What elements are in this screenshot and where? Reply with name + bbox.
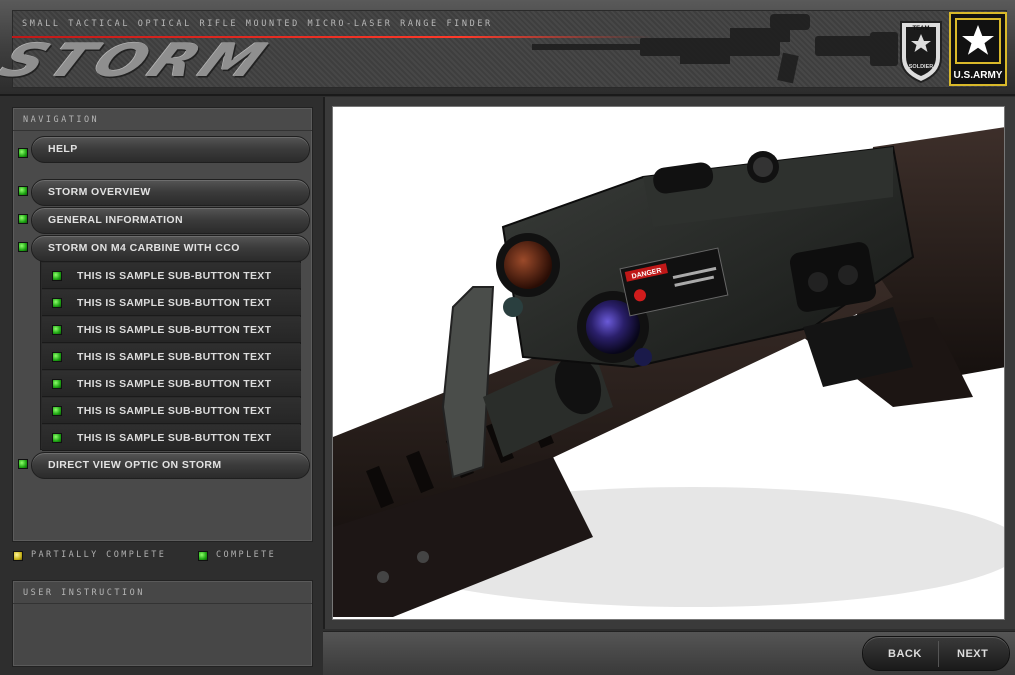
sub-button[interactable]: This is sample sub-button text [42, 344, 301, 370]
storm-logo: STORM [0, 34, 282, 88]
sub-button-label: This is sample sub-button text [77, 378, 272, 390]
sub-button[interactable]: This is sample sub-button text [42, 317, 301, 343]
app-subtitle: Small Tactical Optical Rifle Mounted Mic… [22, 19, 493, 29]
army-badge-text: U.S.ARMY [953, 70, 1003, 81]
nav-item-direct-view-optic[interactable]: Direct View Optic on Storm [31, 452, 310, 479]
status-led-complete-icon [52, 325, 62, 335]
status-led-complete-icon [18, 242, 28, 252]
pager-controls: BACK NEXT [862, 636, 1010, 671]
nav-item-storm-overview[interactable]: Storm Overview [31, 179, 310, 206]
navigation-panel: Navigation Help Storm Overview General I… [12, 107, 313, 542]
nav-item-storm-on-m4-carbine[interactable]: Storm on M4 Carbine with CCO [31, 235, 310, 262]
sub-button-label: This is sample sub-button text [77, 324, 272, 336]
storm-device-photo: DANGER [332, 106, 1005, 620]
status-led-complete-icon [52, 433, 62, 443]
status-led-complete-icon [52, 271, 62, 281]
sub-button[interactable]: This is sample sub-button text [42, 290, 301, 316]
us-army-logo: U.S.ARMY [949, 12, 1007, 86]
nav-item-label: Direct View Optic on Storm [48, 459, 222, 471]
nav-item-label: Storm on M4 Carbine with CCO [48, 242, 240, 254]
legend-partial-label: Partially Complete [31, 550, 167, 560]
sub-button-label: This is sample sub-button text [77, 351, 272, 363]
user-instruction-panel: User Instruction [12, 580, 313, 667]
sub-button-list: This is sample sub-button text This is s… [40, 261, 301, 451]
nav-item-general-information[interactable]: General Information [31, 207, 310, 234]
status-led-complete-icon [18, 459, 28, 469]
sub-button-label: This is sample sub-button text [77, 297, 272, 309]
sub-button[interactable]: This is sample sub-button text [42, 425, 301, 451]
nav-item-help[interactable]: Help [31, 136, 310, 163]
partial-status-led-icon [13, 551, 23, 561]
army-star-icon [962, 25, 994, 55]
legend-complete-label: Complete [216, 550, 277, 560]
user-instruction-title: User Instruction [23, 588, 145, 598]
back-button[interactable]: BACK [888, 648, 922, 660]
nav-item-label: Storm Overview [48, 186, 151, 198]
status-led-complete-icon [52, 406, 62, 416]
svg-text:SOLDIER: SOLDIER [909, 64, 933, 70]
army-star-frame [955, 18, 1001, 64]
status-led-complete-icon [18, 214, 28, 224]
sub-button-label: This is sample sub-button text [77, 270, 272, 282]
status-led-complete-icon [52, 379, 62, 389]
sub-button[interactable]: This is sample sub-button text [42, 398, 301, 424]
status-led-complete-icon [52, 352, 62, 362]
nav-item-label: General Information [48, 214, 183, 226]
sub-button[interactable]: This is sample sub-button text [42, 371, 301, 397]
divider [938, 641, 939, 667]
sub-button[interactable]: This is sample sub-button text [42, 263, 301, 289]
team-soldier-badge-icon: TEAM SOLDIER [900, 21, 942, 84]
status-led-complete-icon [18, 148, 28, 158]
header: Small Tactical Optical Rifle Mounted Mic… [0, 0, 1015, 96]
nav-item-label: Help [48, 143, 78, 155]
rifle-silhouette-icon [532, 14, 898, 84]
svg-text:TEAM: TEAM [913, 26, 930, 32]
storm-rifle-illustration: DANGER [333, 127, 1004, 617]
navigation-title: Navigation [23, 115, 100, 125]
next-button[interactable]: NEXT [957, 648, 988, 660]
divider [13, 603, 312, 604]
status-led-complete-icon [52, 298, 62, 308]
sub-button-label: This is sample sub-button text [77, 432, 272, 444]
status-led-complete-icon [18, 186, 28, 196]
divider [13, 130, 312, 131]
complete-status-led-icon [198, 551, 208, 561]
sub-button-label: This is sample sub-button text [77, 405, 272, 417]
